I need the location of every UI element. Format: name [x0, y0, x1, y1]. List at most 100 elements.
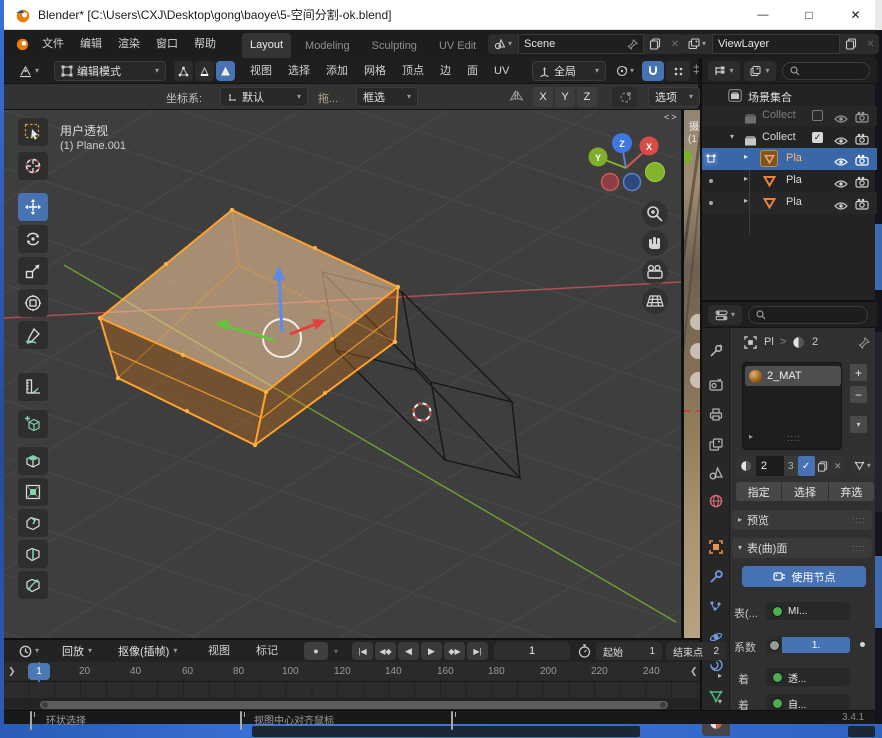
material-slot-row[interactable]: 2_MAT: [745, 366, 841, 386]
tool-measure[interactable]: [18, 373, 48, 401]
tool-move[interactable]: [18, 193, 48, 221]
face-select-button[interactable]: [216, 61, 235, 81]
playback-dropdown[interactable]: 回放 ▾: [56, 642, 98, 660]
collection-checkbox-unchecked[interactable]: [812, 110, 823, 121]
disable-render-camera-icon[interactable]: [855, 175, 869, 193]
select-button[interactable]: 选择: [782, 482, 827, 501]
fake-user-toggle[interactable]: ✓: [798, 456, 815, 476]
slot-specials-button[interactable]: ▾: [850, 416, 867, 433]
menu-render[interactable]: 渲染: [110, 31, 148, 57]
outliner-row-object[interactable]: ▸ Pla: [702, 192, 877, 214]
menu-file[interactable]: 文件: [34, 31, 72, 57]
timeline-ruler[interactable]: 20 40 60 80 100 120 140 160 180 200 220 …: [4, 662, 700, 682]
jump-end-button[interactable]: ▶|: [467, 642, 488, 660]
snap-settings-button[interactable]: [666, 61, 690, 81]
expand-arrow-icon[interactable]: ▸: [744, 197, 748, 205]
shader1-dropdown[interactable]: 透...: [766, 668, 850, 686]
menu-edge[interactable]: 边: [432, 58, 459, 84]
menu-mesh[interactable]: 网格: [356, 58, 394, 84]
tab-world[interactable]: [709, 494, 723, 513]
chevron-down-icon[interactable]: ▾: [334, 648, 338, 656]
collection-checkbox-checked[interactable]: ✓: [812, 132, 823, 143]
minimize-button[interactable]: —: [740, 0, 786, 30]
breadcrumb-material[interactable]: 2: [812, 336, 818, 348]
menu-face[interactable]: 面: [459, 58, 486, 84]
menu-view[interactable]: 视图: [242, 58, 280, 84]
unlink-material-button[interactable]: ✕: [831, 456, 845, 476]
tab-object[interactable]: [709, 540, 723, 559]
scrollbar-end-cap[interactable]: [42, 702, 48, 708]
scene-name-field[interactable]: Scene: [518, 34, 644, 54]
tool-annotate[interactable]: [18, 321, 48, 349]
outliner-row-collection2[interactable]: ▾ Collect ✓: [702, 128, 877, 148]
disable-render-camera-icon[interactable]: [855, 197, 869, 215]
tool-scale[interactable]: [18, 257, 48, 285]
next-keyframe-button[interactable]: ◆▶: [444, 642, 465, 660]
properties-editor-button[interactable]: ▾: [708, 305, 742, 325]
menu-window[interactable]: 窗口: [148, 31, 186, 57]
menu-help[interactable]: 帮助: [186, 31, 224, 57]
timeline-view-menu[interactable]: 视图: [200, 638, 238, 664]
properties-search[interactable]: [748, 306, 868, 324]
mirror-z-button[interactable]: Z: [577, 87, 597, 107]
timeline-tracks[interactable]: [4, 682, 700, 698]
tool-rotate[interactable]: [18, 225, 48, 253]
panel-grip[interactable]: ::::: [852, 515, 866, 525]
auto-key-button[interactable]: ●: [304, 642, 328, 660]
tool-cursor[interactable]: [18, 152, 48, 180]
outliner-row-object[interactable]: ▸ Pla: [702, 170, 877, 192]
scene-browse-button[interactable]: ▾: [488, 34, 518, 54]
tab-modifiers[interactable]: [709, 570, 723, 589]
tool-bevel[interactable]: [18, 509, 48, 537]
close-button[interactable]: ✕: [832, 0, 879, 30]
menu-add[interactable]: 添加: [318, 58, 356, 84]
snap-toggle-button[interactable]: [642, 61, 664, 81]
surface-panel-header[interactable]: ▾ 表(曲)面 ::::: [732, 538, 872, 558]
disable-render-camera-icon[interactable]: [855, 110, 869, 128]
mirror-y-button[interactable]: Y: [555, 87, 575, 107]
outliner-row-object-selected[interactable]: ▸ Pla: [702, 148, 877, 170]
outliner-display-mode-button[interactable]: ▾: [744, 61, 776, 81]
tool-transform[interactable]: [18, 289, 48, 317]
expand-arrow-icon[interactable]: ▸: [718, 672, 722, 680]
scrollbar-end-cap[interactable]: [660, 702, 666, 708]
current-frame-field[interactable]: 1: [494, 642, 570, 660]
menu-edit[interactable]: 编辑: [72, 31, 110, 57]
pivot-dropdown[interactable]: ▾: [610, 61, 640, 81]
falloff-button[interactable]: [612, 87, 638, 107]
playhead-badge[interactable]: 1: [28, 663, 50, 680]
tab-sculpting[interactable]: Sculpting: [364, 33, 425, 59]
region-collapse-arrow[interactable]: ❮: [690, 666, 698, 677]
viewlayer-remove-button[interactable]: ✕: [862, 34, 879, 54]
viewlayer-browse-button[interactable]: ▾: [682, 34, 712, 54]
mode-dropdown[interactable]: 编辑模式 ▾: [54, 61, 166, 81]
pin-icon[interactable]: [858, 336, 870, 354]
tab-render[interactable]: [709, 378, 723, 396]
tab-layout[interactable]: Layout: [242, 33, 291, 58]
coord-dropdown[interactable]: 默认 ▾: [220, 87, 308, 107]
tool-select-box[interactable]: [18, 118, 48, 146]
outliner-editor-button[interactable]: ▾: [708, 61, 740, 81]
play-button[interactable]: ▶: [421, 642, 442, 660]
options-dropdown[interactable]: 选项 ▾: [648, 87, 700, 107]
tool-extrude[interactable]: [18, 447, 48, 475]
deselect-button[interactable]: 弃选: [829, 482, 874, 501]
expand-arrow-icon[interactable]: ▸: [744, 175, 748, 183]
link-mode-dropdown[interactable]: ▾: [851, 456, 875, 476]
viewlayer-new-button[interactable]: [840, 34, 862, 54]
expand-arrow-icon[interactable]: ▾: [730, 133, 734, 141]
tab-scene[interactable]: [709, 466, 723, 485]
mirror-x-button[interactable]: X: [533, 87, 553, 107]
expand-arrow-icon[interactable]: ▸: [749, 433, 753, 441]
timeline-scrollbar[interactable]: [40, 701, 668, 709]
prev-keyframe-button[interactable]: ◀◆: [375, 642, 396, 660]
collapse-arrow-icon[interactable]: ▾: [718, 698, 722, 706]
menu-vertex[interactable]: 顶点: [394, 58, 432, 84]
menu-select[interactable]: 选择: [280, 58, 318, 84]
preview-panel-header[interactable]: ▸ 预览 ::::: [732, 510, 872, 530]
tool-inset[interactable]: [18, 478, 48, 506]
remove-slot-button[interactable]: −: [850, 386, 867, 403]
disable-render-camera-icon[interactable]: [855, 153, 869, 171]
material-name-field[interactable]: 2: [756, 456, 784, 476]
tab-modeling[interactable]: Modeling: [297, 33, 358, 59]
